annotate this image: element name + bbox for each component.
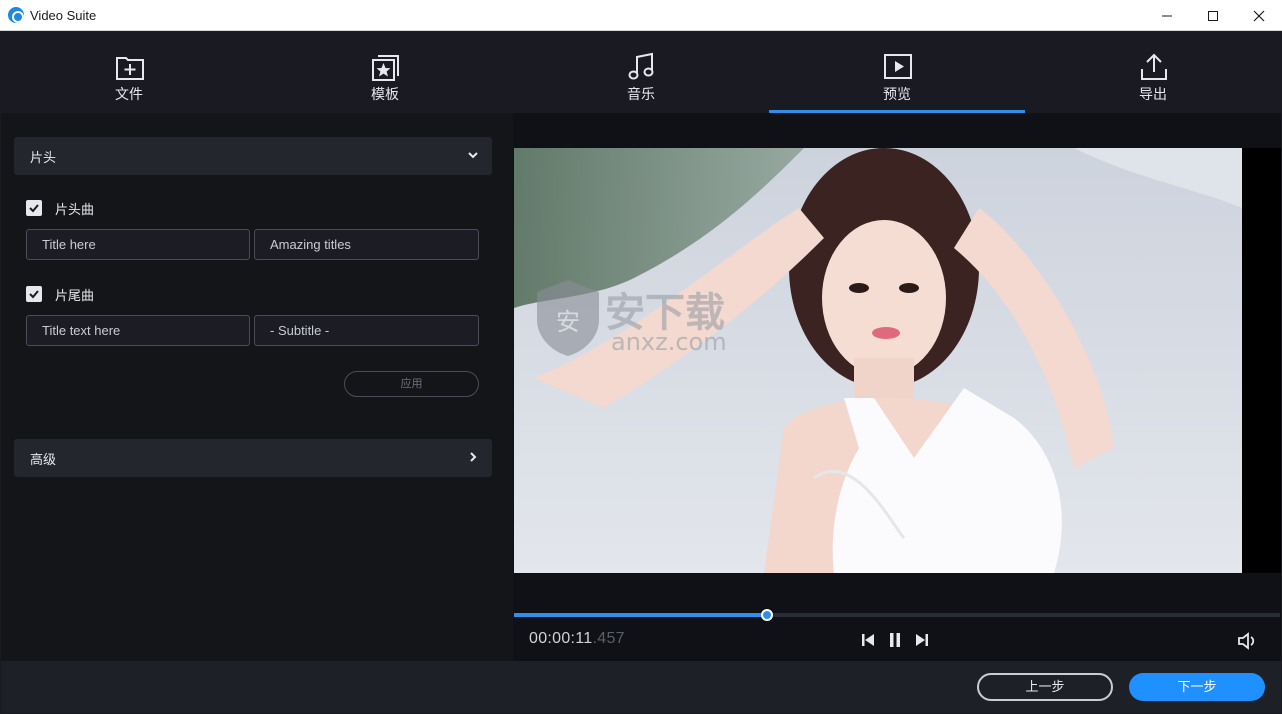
timecode-main: 00:00:11 (529, 630, 593, 647)
maximize-icon (1208, 10, 1218, 21)
checkmark-icon (29, 204, 39, 213)
ending-title-input[interactable]: Title text here (26, 315, 250, 346)
minimize-icon (1162, 15, 1172, 16)
video-frame[interactable] (514, 148, 1242, 573)
svg-text:安: 安 (556, 308, 580, 336)
intro-section-header[interactable]: 片头 (14, 137, 492, 175)
tab-file[interactable]: 文件 (1, 31, 257, 113)
close-button[interactable] (1236, 0, 1282, 31)
ending-subtitle-input[interactable]: - Subtitle - (254, 315, 479, 346)
tab-template-label: 模板 (371, 86, 399, 102)
watermark: 安 安下载 anxz.com (533, 278, 763, 358)
tab-preview[interactable]: 预览 (769, 31, 1025, 113)
progress-fill (514, 613, 767, 617)
app-logo-icon (8, 7, 24, 23)
close-icon (1253, 10, 1265, 21)
next-icon[interactable] (913, 631, 931, 649)
opening-song-label: 片头曲 (55, 201, 95, 217)
title-bar: Video Suite (0, 0, 1282, 31)
opening-subtitle-input[interactable]: Amazing titles (254, 229, 479, 260)
footer-bar: 上一步 下一步 (1, 661, 1281, 713)
previous-step-button[interactable]: 上一步 (977, 673, 1113, 701)
previous-icon[interactable] (859, 631, 877, 649)
preview-area: 安 安下载 anxz.com 00:00:11.457 (513, 113, 1281, 661)
tab-preview-label: 预览 (883, 86, 911, 102)
add-file-icon (116, 57, 144, 80)
tab-file-label: 文件 (115, 86, 143, 102)
top-nav: 文件 模板 音乐 预览 导出 (1, 31, 1281, 113)
play-preview-icon (884, 54, 912, 79)
ending-song-label: 片尾曲 (55, 287, 95, 303)
checkmark-icon (29, 290, 39, 299)
progress-track[interactable] (514, 609, 1280, 621)
pause-icon[interactable] (886, 631, 904, 649)
opening-song-checkbox[interactable] (26, 200, 42, 216)
chevron-right-icon (470, 452, 477, 462)
next-step-button[interactable]: 下一步 (1129, 673, 1265, 701)
watermark-shield-icon: 安 (537, 280, 599, 356)
watermark-sub: anxz.com (611, 328, 727, 356)
template-star-icon (372, 55, 399, 81)
minimize-button[interactable] (1144, 0, 1190, 31)
chevron-down-icon (468, 152, 478, 159)
opening-song-row[interactable]: 片头曲 (26, 199, 94, 217)
music-note-icon (628, 52, 654, 80)
volume-icon[interactable] (1237, 631, 1259, 651)
tab-music-label: 音乐 (627, 86, 655, 102)
letterbox-bar (1242, 148, 1281, 573)
ending-song-row[interactable]: 片尾曲 (26, 285, 94, 303)
progress-handle[interactable] (760, 609, 773, 621)
ending-song-checkbox[interactable] (26, 286, 42, 302)
timecode-ms: .457 (592, 630, 625, 647)
advanced-section-label: 高级 (30, 451, 57, 467)
intro-section-label: 片头 (30, 149, 57, 165)
tab-music[interactable]: 音乐 (513, 31, 769, 113)
window-title: Video Suite (30, 8, 97, 23)
settings-panel: 片头 片头曲 Title here Amazing titles 片尾曲 Tit… (1, 113, 513, 661)
upload-export-icon (1141, 53, 1167, 80)
tab-template[interactable]: 模板 (257, 31, 513, 113)
opening-title-input[interactable]: Title here (26, 229, 250, 260)
maximize-button[interactable] (1190, 0, 1236, 31)
apply-button[interactable]: 应用 (344, 371, 479, 397)
tab-export-label: 导出 (1139, 86, 1167, 102)
timecode: 00:00:11.457 (529, 630, 625, 648)
tab-export[interactable]: 导出 (1025, 31, 1281, 113)
advanced-section-header[interactable]: 高级 (14, 439, 492, 477)
